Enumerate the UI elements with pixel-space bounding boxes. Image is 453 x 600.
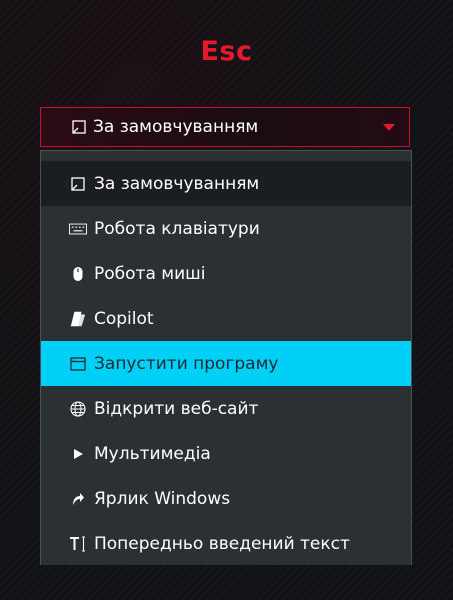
globe-icon xyxy=(69,400,87,418)
select-value: За замовчуванням xyxy=(93,117,259,137)
play-icon xyxy=(69,445,87,463)
option-label: Відкрити веб-сайт xyxy=(94,398,259,419)
option-default[interactable]: За замовчуванням xyxy=(41,161,411,206)
keyboard-icon xyxy=(69,220,87,238)
option-predefined-text[interactable]: Попередньо введений текст xyxy=(41,521,411,565)
option-label: За замовчуванням xyxy=(94,173,260,194)
action-dropdown-list: За замовчуванням Робота клавіатури Робот… xyxy=(40,150,412,565)
option-open-website[interactable]: Відкрити веб-сайт xyxy=(41,386,411,431)
option-label: Попередньо введений текст xyxy=(94,533,350,554)
option-label: Copilot xyxy=(94,308,154,329)
mouse-icon xyxy=(69,265,87,283)
chevron-down-icon[interactable] xyxy=(383,124,395,131)
default-shortcut-icon xyxy=(69,175,87,193)
page-title: Esc xyxy=(200,36,253,67)
option-label: Робота миші xyxy=(94,263,206,284)
app-window-icon xyxy=(69,355,87,373)
dropdown-top-strip xyxy=(41,151,411,161)
option-label: Ярлик Windows xyxy=(94,488,231,509)
option-keyboard[interactable]: Робота клавіатури xyxy=(41,206,411,251)
option-launch-app[interactable]: Запустити програму xyxy=(41,341,411,386)
action-select[interactable]: За замовчуванням xyxy=(40,107,410,147)
option-mouse[interactable]: Робота миші xyxy=(41,251,411,296)
option-label: Запустити програму xyxy=(94,353,279,374)
text-cursor-icon xyxy=(69,535,87,553)
option-multimedia[interactable]: Мультимедіа xyxy=(41,431,411,476)
option-label: Мультимедіа xyxy=(94,443,211,464)
copilot-icon xyxy=(69,310,87,328)
option-windows-shortcut[interactable]: Ярлик Windows xyxy=(41,476,411,521)
shortcut-arrow-icon xyxy=(69,490,87,508)
option-label: Робота клавіатури xyxy=(94,218,260,239)
default-shortcut-icon xyxy=(72,120,86,134)
option-copilot[interactable]: Copilot xyxy=(41,296,411,341)
